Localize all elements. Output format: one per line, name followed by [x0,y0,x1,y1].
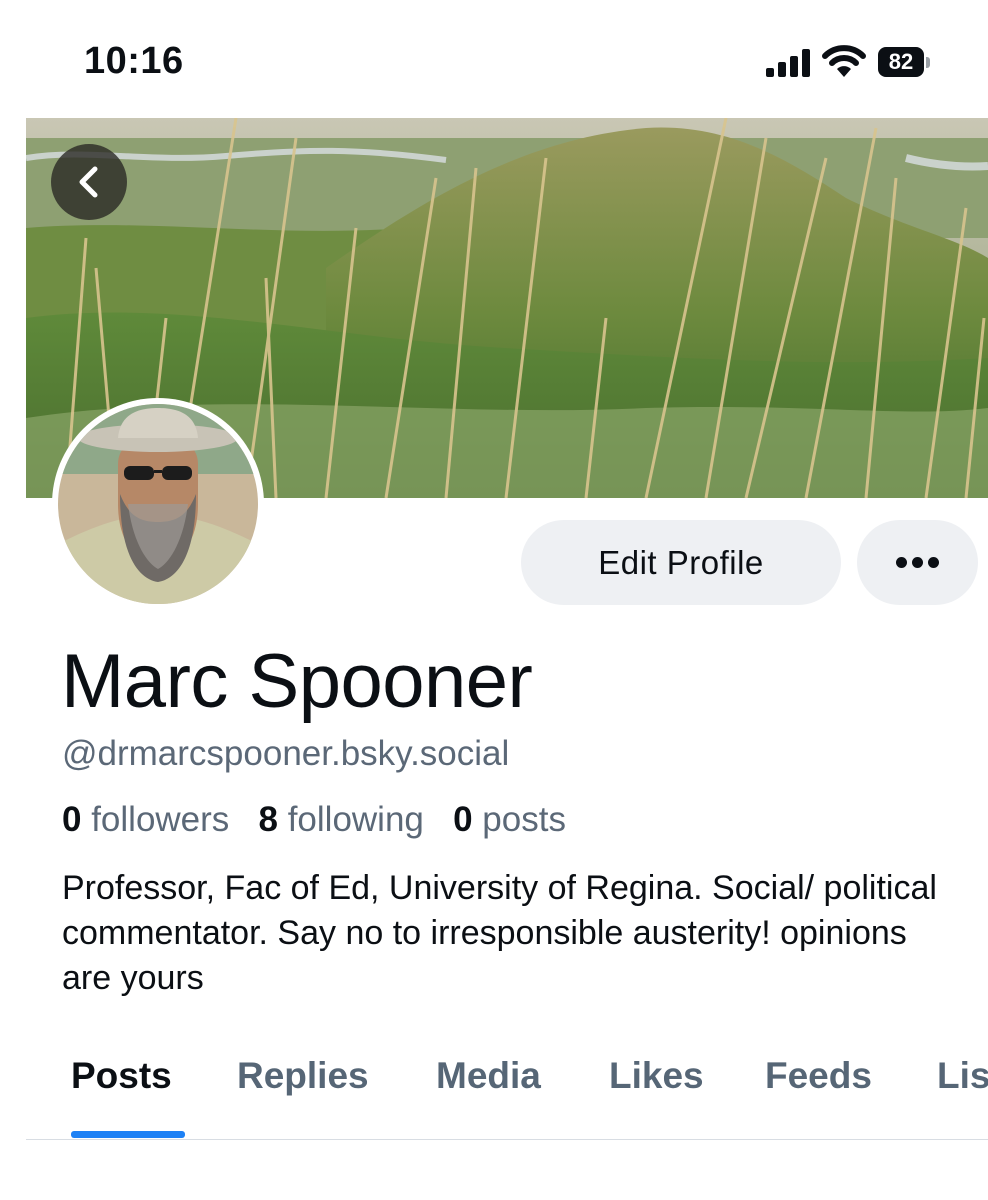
tab-likes[interactable]: Likes [609,1055,704,1097]
edit-profile-label: Edit Profile [598,543,764,581]
avatar-photo [58,404,258,604]
display-name: Marc Spooner [61,639,533,724]
followers-stat[interactable]: 0 followers [62,800,229,839]
more-options-button[interactable] [857,520,978,605]
battery-icon: 82 [878,47,930,79]
tab-divider [26,1139,988,1140]
tab-lists[interactable]: Lis [937,1055,988,1097]
chevron-left-icon [79,166,98,198]
tab-posts[interactable]: Posts [71,1055,172,1097]
back-button[interactable] [51,144,127,220]
active-tab-indicator [71,1131,185,1138]
battery-level: 82 [888,49,914,74]
posts-count: 0 [453,800,473,839]
status-bar: 10:16 82 [0,0,988,118]
edit-profile-button[interactable]: Edit Profile [521,520,841,605]
cellular-signal-icon [766,49,810,77]
profile-handle: @drmarcspooner.bsky.social [62,734,510,773]
following-stat[interactable]: 8 following [259,800,424,839]
following-count: 8 [258,800,278,839]
profile-tabs: Posts Replies Media Likes Feeds Lis [0,1055,988,1140]
profile-stats: 0 followers 8 following 0 posts [62,800,566,840]
tab-media[interactable]: Media [436,1055,541,1097]
profile-bio: Professor, Fac of Ed, University of Regi… [62,869,937,997]
followers-label: followers [91,800,230,839]
followers-count: 0 [62,800,82,839]
posts-stat: 0 posts [453,800,566,839]
wifi-icon [822,45,866,77]
clock: 10:16 [84,40,184,82]
tab-replies[interactable]: Replies [237,1055,369,1097]
posts-label: posts [482,800,566,839]
following-label: following [287,800,424,839]
avatar[interactable] [52,398,264,610]
tab-feeds[interactable]: Feeds [765,1055,872,1097]
